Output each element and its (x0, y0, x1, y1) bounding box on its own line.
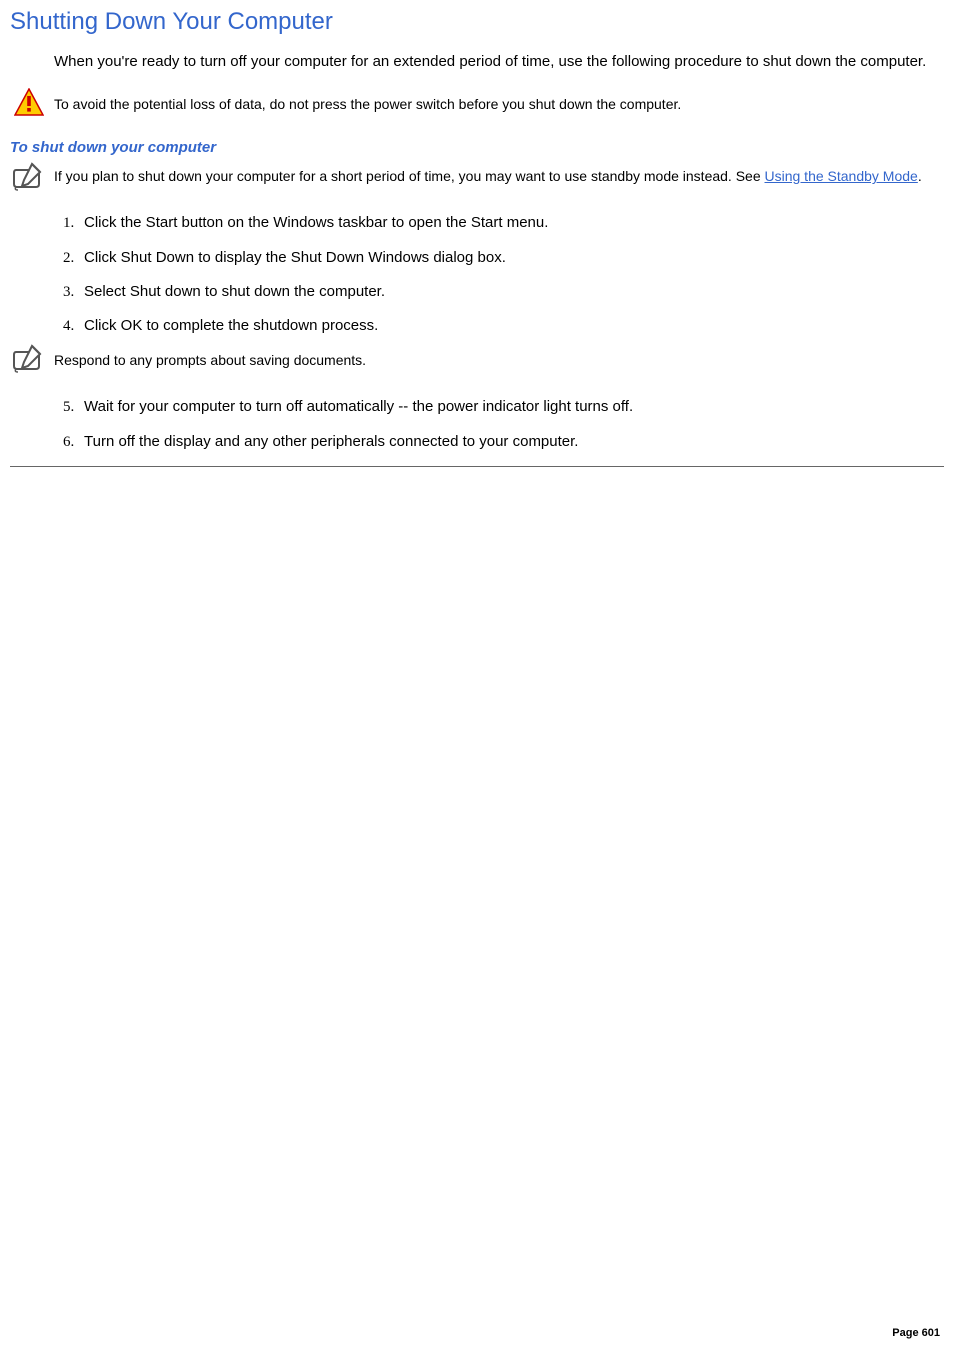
steps-list-b: Wait for your computer to turn off autom… (78, 397, 944, 452)
page-title: Shutting Down Your Computer (10, 8, 944, 36)
standby-mode-link[interactable]: Using the Standby Mode (765, 168, 918, 184)
note-text-2: Respond to any prompts about saving docu… (54, 352, 366, 368)
sub-heading: To shut down your computer (10, 139, 944, 156)
warning-block: To avoid the potential loss of data, do … (14, 88, 944, 121)
warning-text: To avoid the potential loss of data, do … (54, 95, 681, 114)
step-item: Click OK to complete the shutdown proces… (78, 316, 944, 336)
warning-icon (14, 88, 44, 121)
steps-list-a: Click the Start button on the Windows ta… (78, 213, 944, 336)
step-item: Select Shut down to shut down the comput… (78, 282, 944, 302)
note1-part1: If you plan to shut down your computer f… (54, 168, 765, 184)
step-item: Click the Start button on the Windows ta… (78, 213, 944, 233)
step-item: Wait for your computer to turn off autom… (78, 397, 944, 417)
note1-part2: . (918, 168, 922, 184)
note-block-1: If you plan to shut down your computer f… (10, 166, 944, 197)
intro-paragraph: When you're ready to turn off your compu… (54, 52, 934, 72)
note-icon (10, 160, 48, 197)
page-number: Page 601 (892, 1327, 940, 1339)
step-item: Turn off the display and any other perip… (78, 432, 944, 452)
divider (10, 466, 944, 467)
note-text-1: If you plan to shut down your computer f… (54, 168, 922, 184)
note-block-2: Respond to any prompts about saving docu… (10, 350, 944, 379)
note-icon (10, 342, 48, 379)
step-item: Click Shut Down to display the Shut Down… (78, 248, 944, 268)
